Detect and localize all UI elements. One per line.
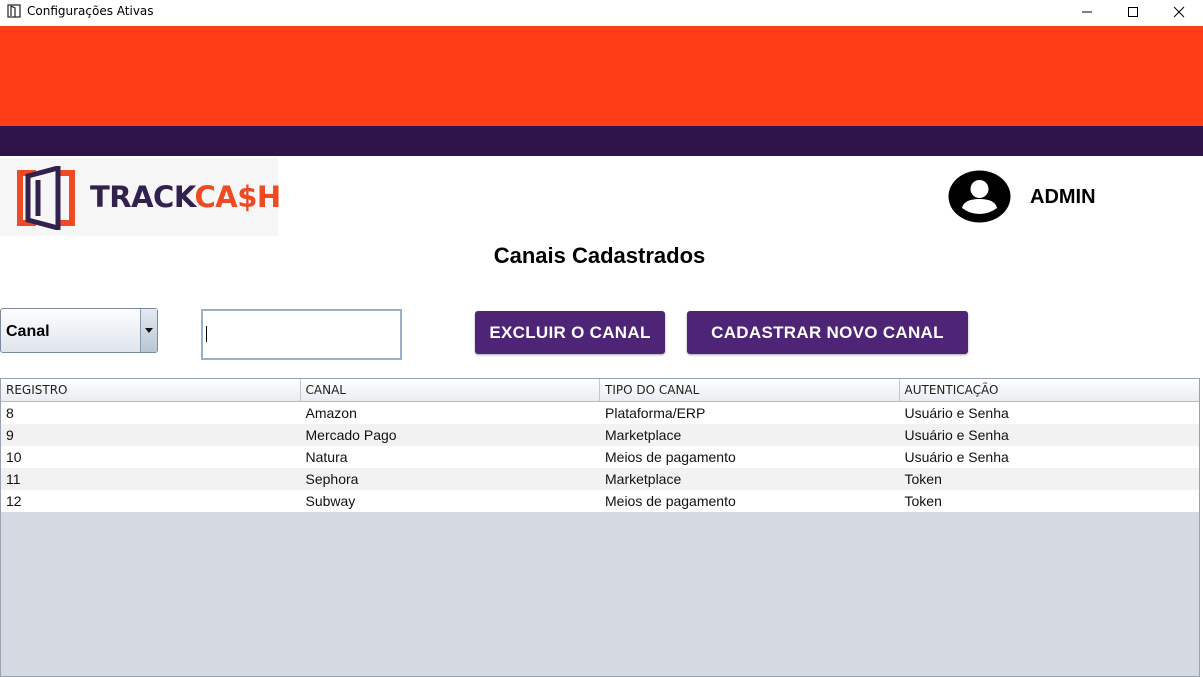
- filter-select-value: Canal: [6, 323, 50, 340]
- table-cell: 11: [6, 471, 21, 487]
- text-caret: [206, 326, 207, 342]
- delete-channel-button[interactable]: EXCLUIR O CANAL: [475, 311, 665, 354]
- column-header-autenticacao[interactable]: AUTENTICAÇÃO: [900, 379, 1200, 401]
- logo-text: TRACKCA$H: [90, 180, 281, 214]
- column-header-canal[interactable]: CANAL: [301, 379, 600, 401]
- filter-select[interactable]: Canal: [0, 308, 158, 353]
- table-cell: Meios de pagamento: [605, 493, 736, 509]
- table-cell: Sephora: [305, 471, 359, 487]
- table-row[interactable]: 10 Natura Meios de pagamento Usuário e S…: [1, 446, 1199, 468]
- user-name: ADMIN: [1030, 186, 1096, 208]
- logo: TRACKCA$H: [0, 158, 281, 236]
- table-cell: Usuário e Senha: [904, 405, 1009, 421]
- table-cell: Amazon: [305, 405, 357, 421]
- table-cell: Plataforma/ERP: [605, 405, 706, 421]
- column-header-registro[interactable]: REGISTRO: [1, 379, 301, 401]
- user-circle-icon[interactable]: [948, 170, 1011, 223]
- add-channel-button[interactable]: CADASTRAR NOVO CANAL: [687, 311, 968, 354]
- dropdown-arrow-button[interactable]: [140, 309, 157, 352]
- table-row[interactable]: 8 Amazon Plataforma/ERP Usuário e Senha: [1, 402, 1199, 424]
- logo-text-track: TRACK: [90, 180, 195, 214]
- table-cell: Usuário e Senha: [904, 449, 1009, 465]
- table-cell: Token: [904, 471, 942, 487]
- close-icon: [1173, 6, 1185, 18]
- maximize-button[interactable]: [1110, 0, 1156, 24]
- table-row[interactable]: 9 Mercado Pago Marketplace Usuário e Sen…: [1, 424, 1199, 446]
- column-header-tipo[interactable]: TIPO DO CANAL: [600, 379, 900, 401]
- channels-table[interactable]: REGISTRO CANAL TIPO DO CANAL AUTENTICAÇÃ…: [0, 378, 1200, 677]
- header-banner-purple: [0, 126, 1203, 156]
- title-bar: Configurações Ativas: [0, 0, 1203, 26]
- table-cell: 12: [6, 493, 22, 509]
- table-header: REGISTRO CANAL TIPO DO CANAL AUTENTICAÇÃ…: [1, 379, 1199, 402]
- close-button[interactable]: [1156, 0, 1202, 24]
- table-row[interactable]: 11 Sephora Marketplace Token: [1, 468, 1199, 490]
- table-cell: 8: [6, 405, 14, 421]
- table-row[interactable]: 12 Subway Meios de pagamento Token: [1, 490, 1199, 512]
- logo-mark-icon: [17, 166, 75, 230]
- minimize-button[interactable]: [1064, 0, 1110, 24]
- table-cell: Subway: [305, 493, 356, 509]
- table-cell: Marketplace: [605, 427, 682, 443]
- table-cell: 9: [6, 427, 14, 443]
- page-title: Canais Cadastrados: [493, 243, 706, 268]
- search-input[interactable]: [201, 309, 402, 360]
- maximize-icon: [1128, 7, 1138, 17]
- table-cell: Natura: [305, 449, 348, 465]
- table-cell: 10: [6, 449, 22, 465]
- window-title: Configurações Ativas: [27, 4, 154, 18]
- table-cell: Usuário e Senha: [904, 427, 1009, 443]
- chevron-down-icon: [145, 327, 153, 333]
- app-window: Configurações Ativas TRACKCA$H ADMIN Can…: [0, 0, 1203, 677]
- minimize-icon: [1082, 11, 1092, 13]
- table-cell: Meios de pagamento: [605, 449, 736, 465]
- app-icon: [7, 4, 21, 18]
- header-banner-orange: [0, 26, 1203, 126]
- table-cell: Marketplace: [605, 471, 682, 487]
- logo-text-cash: CA$H: [194, 180, 282, 214]
- table-cell: Mercado Pago: [305, 427, 397, 443]
- table-cell: Token: [904, 493, 942, 509]
